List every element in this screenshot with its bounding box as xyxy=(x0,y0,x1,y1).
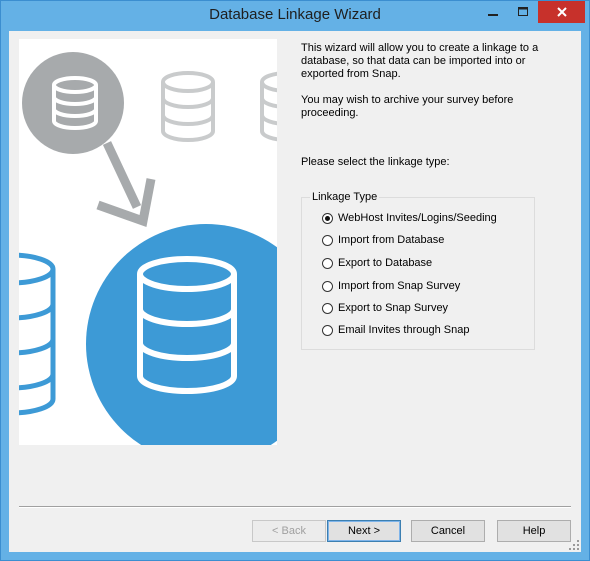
database-outline-icon xyxy=(260,71,277,142)
radio-export-database[interactable]: Export to Database xyxy=(322,255,432,271)
database-outline-icon xyxy=(161,71,215,142)
close-icon xyxy=(556,7,567,17)
radio-import-snap-survey[interactable]: Import from Snap Survey xyxy=(322,278,460,294)
radio-label: Import from Database xyxy=(338,234,445,246)
resize-grip-icon[interactable] xyxy=(569,540,579,550)
radio-webhost-invites[interactable]: WebHost Invites/Logins/Seeding xyxy=(322,210,497,226)
archive-text: You may wish to archive your survey befo… xyxy=(301,94,571,120)
next-button[interactable]: Next > xyxy=(327,520,401,542)
minimize-icon xyxy=(488,14,498,16)
archive-line-2: proceeding. xyxy=(301,107,359,119)
radio-label: Export to Database xyxy=(338,257,433,269)
radio-icon xyxy=(322,280,333,292)
radio-label: Export to Snap Survey xyxy=(338,302,449,314)
back-button[interactable]: < Back xyxy=(252,520,326,542)
database-partial-icon xyxy=(19,252,56,416)
database-linkage-illustration xyxy=(19,39,277,445)
wizard-client-area: This wizard will allow you to create a l… xyxy=(9,31,581,552)
radio-icon xyxy=(322,234,333,246)
radio-icon xyxy=(322,257,333,269)
maximize-icon xyxy=(518,7,528,16)
cancel-button[interactable]: Cancel xyxy=(411,520,485,542)
radio-label: WebHost Invites/Logins/Seeding xyxy=(338,212,497,224)
linkage-type-group: Linkage Type WebHost Invites/Logins/Seed… xyxy=(301,191,535,350)
radio-selected-icon xyxy=(322,212,333,224)
close-button[interactable] xyxy=(538,1,585,23)
maximize-button[interactable] xyxy=(509,1,537,23)
intro-text: This wizard will allow you to create a l… xyxy=(301,42,571,81)
radio-export-snap-survey[interactable]: Export to Snap Survey xyxy=(322,300,448,316)
radio-label: Import from Snap Survey xyxy=(338,280,461,292)
minimize-button[interactable] xyxy=(479,1,507,23)
linkage-type-label: Linkage Type xyxy=(310,191,380,203)
radio-icon xyxy=(322,302,333,314)
footer-separator xyxy=(19,506,571,508)
radio-icon xyxy=(322,324,333,336)
title-bar[interactable]: Database Linkage Wizard xyxy=(1,1,589,30)
archive-line-1: You may wish to archive your survey befo… xyxy=(301,94,514,106)
radio-label: Email Invites through Snap xyxy=(338,324,470,336)
radio-import-database[interactable]: Import from Database xyxy=(322,232,444,248)
intro-line-2: database, so that data can be imported i… xyxy=(301,55,526,67)
arrow-icon xyxy=(96,141,156,227)
help-button[interactable]: Help xyxy=(497,520,571,542)
intro-line-3: exported from Snap. xyxy=(301,68,401,80)
radio-email-invites[interactable]: Email Invites through Snap xyxy=(322,322,469,338)
linkage-prompt: Please select the linkage type: xyxy=(301,156,450,168)
intro-line-1: This wizard will allow you to create a l… xyxy=(301,42,539,54)
wizard-window: Database Linkage Wizard This wizard will… xyxy=(0,0,590,561)
illustration-graphic xyxy=(19,52,277,445)
